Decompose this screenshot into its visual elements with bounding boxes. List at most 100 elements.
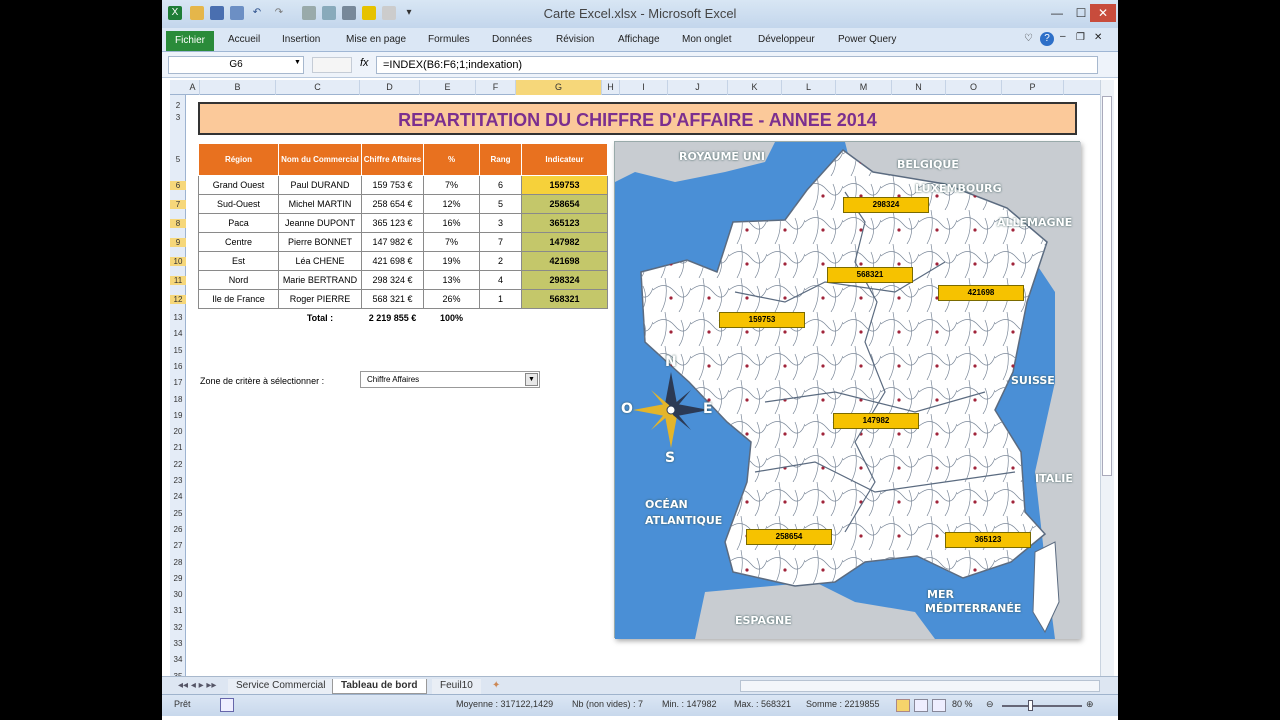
table-cell[interactable]: 13% bbox=[423, 270, 480, 290]
row-header[interactable]: 15 bbox=[170, 346, 186, 355]
insert-sheet-icon[interactable]: ✦ bbox=[484, 679, 508, 694]
column-header[interactable]: K bbox=[728, 80, 782, 95]
tab-power-query[interactable]: Power Query bbox=[838, 34, 896, 45]
table-cell[interactable]: 7 bbox=[479, 232, 522, 252]
column-header[interactable]: N bbox=[892, 80, 946, 95]
page-layout-view-icon[interactable] bbox=[914, 699, 928, 712]
table-cell[interactable]: Léa CHENE bbox=[278, 251, 362, 271]
column-header[interactable]: F bbox=[476, 80, 516, 95]
row-header[interactable]: 22 bbox=[170, 460, 186, 469]
table-cell[interactable]: 365 123 € bbox=[361, 213, 424, 233]
zoom-level[interactable]: 80 % bbox=[952, 699, 973, 709]
help-icon[interactable]: ? bbox=[1040, 32, 1054, 46]
table-cell[interactable]: Marie BERTRAND bbox=[278, 270, 362, 290]
row-header[interactable]: 10 bbox=[170, 257, 186, 266]
table-cell[interactable]: 7% bbox=[423, 175, 480, 195]
total-value[interactable]: 2 219 855 € bbox=[362, 309, 424, 328]
row-header[interactable]: 13 bbox=[170, 313, 186, 322]
table-cell[interactable]: 6 bbox=[479, 175, 522, 195]
column-header[interactable]: I bbox=[620, 80, 668, 95]
table-cell[interactable]: 159 753 € bbox=[361, 175, 424, 195]
table-cell[interactable]: 258654 bbox=[521, 194, 608, 214]
table-cell[interactable]: 568 321 € bbox=[361, 289, 424, 309]
row-header[interactable]: 8 bbox=[170, 219, 186, 228]
zoom-slider-thumb[interactable] bbox=[1028, 700, 1033, 711]
column-header[interactable]: P bbox=[1002, 80, 1064, 95]
row-header[interactable]: 11 bbox=[170, 276, 186, 285]
row-header[interactable]: 7 bbox=[170, 200, 186, 209]
value-paca[interactable]: 365123 bbox=[945, 532, 1031, 548]
macro-record-icon[interactable] bbox=[220, 698, 234, 712]
table-cell[interactable]: Centre bbox=[198, 232, 279, 252]
column-header[interactable]: O bbox=[946, 80, 1002, 95]
table-cell[interactable]: Sud-Ouest bbox=[198, 194, 279, 214]
table-cell[interactable]: 258 654 € bbox=[361, 194, 424, 214]
zoom-out-icon[interactable]: ⊖ bbox=[986, 699, 994, 710]
table-cell[interactable]: Roger PIERRE bbox=[278, 289, 362, 309]
total-percent[interactable]: 100% bbox=[424, 309, 480, 328]
value-est[interactable]: 421698 bbox=[938, 285, 1024, 301]
table-cell[interactable]: 16% bbox=[423, 213, 480, 233]
tab-fichier[interactable]: Fichier bbox=[166, 31, 214, 51]
row-header[interactable]: 32 bbox=[170, 623, 186, 632]
row-header[interactable]: 27 bbox=[170, 541, 186, 550]
tab-donnees[interactable]: Données bbox=[492, 34, 532, 45]
column-header[interactable]: B bbox=[200, 80, 276, 95]
sheet-tab-tableau-de-bord[interactable]: Tableau de bord bbox=[332, 679, 427, 694]
table-cell[interactable]: Jeanne DUPONT bbox=[278, 213, 362, 233]
row-header[interactable]: 20 bbox=[170, 427, 186, 436]
table-cell[interactable]: 4 bbox=[479, 270, 522, 290]
value-ile-de-france[interactable]: 568321 bbox=[827, 267, 913, 283]
column-header[interactable]: E bbox=[420, 80, 476, 95]
column-header[interactable]: C bbox=[276, 80, 360, 95]
name-box[interactable]: G6 bbox=[168, 56, 304, 74]
scroll-thumb[interactable] bbox=[1102, 96, 1112, 476]
table-cell[interactable]: 421698 bbox=[521, 251, 608, 271]
tab-accueil[interactable]: Accueil bbox=[228, 34, 260, 45]
row-header[interactable]: 24 bbox=[170, 492, 186, 501]
tab-mise-en-page[interactable]: Mise en page bbox=[346, 34, 406, 45]
table-cell[interactable]: 26% bbox=[423, 289, 480, 309]
table-cell[interactable]: 298324 bbox=[521, 270, 608, 290]
table-cell[interactable]: 147 982 € bbox=[361, 232, 424, 252]
row-header[interactable]: 34 bbox=[170, 655, 186, 664]
row-header[interactable]: 31 bbox=[170, 606, 186, 615]
minimize-button[interactable]: — bbox=[1044, 4, 1070, 22]
value-sud-ouest[interactable]: 258654 bbox=[746, 529, 832, 545]
table-cell[interactable]: 5 bbox=[479, 194, 522, 214]
tab-mon-onglet[interactable]: Mon onglet bbox=[682, 34, 731, 45]
normal-view-icon[interactable] bbox=[896, 699, 910, 712]
table-cell[interactable]: 7% bbox=[423, 232, 480, 252]
value-nord[interactable]: 298324 bbox=[843, 197, 929, 213]
row-header[interactable]: 2 bbox=[170, 101, 186, 110]
formula-input[interactable]: =INDEX(B6:F6;1;indexation) bbox=[376, 56, 1098, 74]
total-label[interactable]: Total : bbox=[279, 309, 362, 328]
insert-function-icon[interactable]: fx bbox=[360, 57, 369, 69]
table-cell[interactable]: 365123 bbox=[521, 213, 608, 233]
table-cell[interactable]: 298 324 € bbox=[361, 270, 424, 290]
row-header[interactable]: 29 bbox=[170, 574, 186, 583]
table-cell[interactable]: Paca bbox=[198, 213, 279, 233]
france-map[interactable]: ROYAUME UNI BELGIQUE LUXEMBOURG ALLEMAGN… bbox=[614, 141, 1081, 639]
vertical-scrollbar[interactable] bbox=[1100, 80, 1114, 676]
tab-developpeur[interactable]: Développeur bbox=[758, 34, 815, 45]
row-header[interactable]: 28 bbox=[170, 558, 186, 567]
workbook-minimize-button[interactable]: – bbox=[1060, 31, 1066, 42]
report-banner[interactable]: REPARTITATION DU CHIFFRE D'AFFAIRE - ANN… bbox=[198, 102, 1077, 135]
tab-revision[interactable]: Révision bbox=[556, 34, 594, 45]
row-header[interactable]: 30 bbox=[170, 590, 186, 599]
tab-insertion[interactable]: Insertion bbox=[282, 34, 320, 45]
collapse-ribbon-icon[interactable]: ♡ bbox=[1024, 33, 1033, 44]
row-header[interactable]: 9 bbox=[170, 238, 186, 247]
row-header[interactable]: 6 bbox=[170, 181, 186, 190]
table-cell[interactable]: Paul DURAND bbox=[278, 175, 362, 195]
column-header[interactable]: A bbox=[186, 80, 200, 95]
row-header[interactable]: 33 bbox=[170, 639, 186, 648]
row-header[interactable]: 26 bbox=[170, 525, 186, 534]
column-header[interactable]: H bbox=[602, 80, 620, 95]
table-cell[interactable]: 19% bbox=[423, 251, 480, 271]
close-button[interactable]: ✕ bbox=[1090, 4, 1116, 22]
column-header[interactable]: M bbox=[836, 80, 892, 95]
row-header[interactable]: 17 bbox=[170, 378, 186, 387]
row-header[interactable]: 16 bbox=[170, 362, 186, 371]
